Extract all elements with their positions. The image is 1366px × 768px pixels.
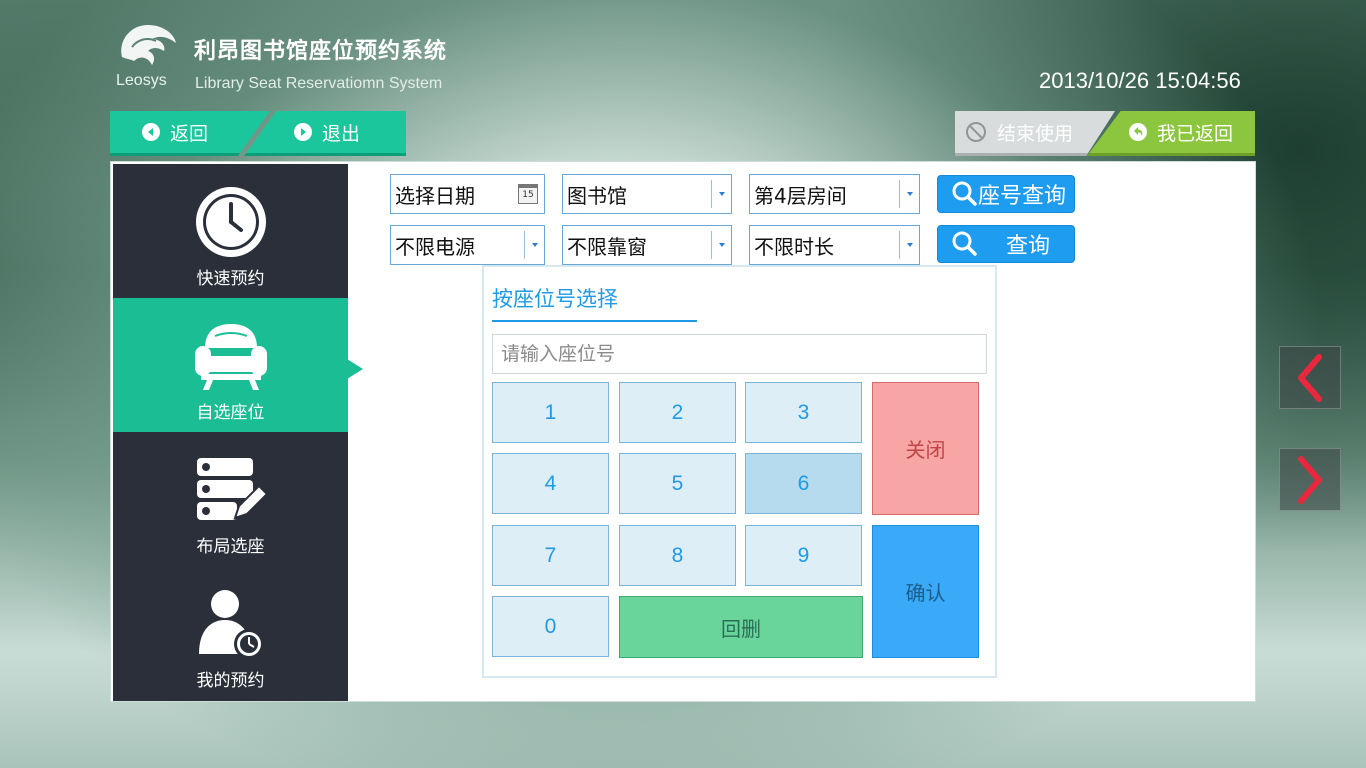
caret-down-icon [899, 231, 919, 259]
caret-down-icon [711, 180, 731, 208]
key-0[interactable]: 0 [492, 596, 609, 657]
search-icon [952, 231, 977, 256]
floor-select[interactable]: 第4层房间 [749, 174, 920, 214]
datetime-display: 2013/10/26 15:04:56 [1039, 68, 1241, 93]
sidebar-label-my-reservations: 我的预约 [196, 671, 265, 691]
clock-icon [193, 182, 269, 262]
key-7[interactable]: 7 [492, 525, 609, 586]
sidebar: 快速预约 自选座位 布局选座 我的预约 [113, 164, 348, 701]
exit-button[interactable]: 退出 [244, 111, 406, 156]
seat-number-input[interactable] [492, 334, 987, 374]
query-button[interactable]: 查询 [937, 225, 1075, 263]
keypad-title-underline [492, 320, 697, 322]
duration-select-value: 不限时长 [754, 234, 834, 259]
app-subtitle: Library Seat Reservatiomn System [195, 75, 443, 92]
key-4[interactable]: 4 [492, 453, 609, 514]
key-5[interactable]: 5 [619, 453, 736, 514]
back-label: 返回 [170, 122, 209, 145]
returned-label: 我已返回 [1157, 122, 1234, 145]
logo-text: Leosys [116, 72, 167, 89]
sidebar-label-choose-seat: 自选座位 [196, 403, 265, 423]
sidebar-item-quick-reserve[interactable]: 快速预约 [113, 164, 348, 298]
topbar-left: 返回 退出 [110, 111, 406, 156]
returned-button[interactable]: 我已返回 [1087, 111, 1255, 156]
caret-down-icon [899, 180, 919, 208]
window-select-value: 不限靠窗 [567, 234, 647, 259]
sofa-icon [191, 316, 271, 396]
topbar-right: 结束使用 我已返回 [955, 111, 1255, 156]
key-2[interactable]: 2 [619, 382, 736, 443]
chevron-right-icon [1298, 455, 1322, 504]
arrow-left-icon [142, 123, 160, 141]
search-icon [952, 181, 977, 206]
arrow-right-icon [294, 123, 312, 141]
active-indicator-arrow [347, 359, 363, 379]
no-entry-icon [965, 121, 987, 143]
key-1[interactable]: 1 [492, 382, 609, 443]
power-select-value: 不限电源 [395, 234, 475, 259]
end-use-button[interactable]: 结束使用 [955, 111, 1115, 156]
previous-page-button[interactable] [1279, 346, 1341, 409]
power-select[interactable]: 不限电源 [390, 225, 545, 265]
sidebar-label-layout-select: 布局选座 [196, 537, 265, 557]
sidebar-label-quick-reserve: 快速预约 [196, 269, 265, 289]
seat-number-keypad: 按座位号选择 1 2 3 4 5 6 7 8 9 0 回删 关闭 确认 [482, 265, 997, 678]
window-select[interactable]: 不限靠窗 [562, 225, 732, 265]
key-6[interactable]: 6 [745, 453, 862, 514]
floor-select-value: 第4层房间 [754, 183, 847, 208]
chevron-left-icon [1298, 353, 1322, 402]
building-select-value: 图书馆 [567, 183, 627, 208]
layout-edit-icon [191, 450, 271, 530]
caret-down-icon [711, 231, 731, 259]
key-3[interactable]: 3 [745, 382, 862, 443]
date-picker-label: 选择日期 [395, 183, 475, 208]
duration-select[interactable]: 不限时长 [749, 225, 920, 265]
user-clock-icon [191, 584, 271, 664]
leosys-logo [112, 17, 182, 77]
seat-number-query-button[interactable]: 座号查询 [937, 175, 1075, 213]
return-icon [1129, 123, 1147, 141]
exit-label: 退出 [322, 122, 361, 145]
query-label: 查询 [1006, 234, 1051, 259]
key-8[interactable]: 8 [619, 525, 736, 586]
caret-down-icon [524, 231, 544, 259]
next-page-button[interactable] [1279, 448, 1341, 511]
keypad-title: 按座位号选择 [492, 287, 618, 311]
confirm-button[interactable]: 确认 [872, 525, 979, 658]
building-select[interactable]: 图书馆 [562, 174, 732, 214]
end-use-label: 结束使用 [997, 122, 1074, 145]
delete-button[interactable]: 回删 [619, 596, 863, 658]
date-picker[interactable]: 选择日期 15 [390, 174, 545, 214]
sidebar-item-my-reservations[interactable]: 我的预约 [113, 566, 348, 701]
calendar-icon: 15 [518, 184, 538, 204]
app-title: 利昂图书馆座位预约系统 [194, 39, 448, 64]
sidebar-item-layout-select[interactable]: 布局选座 [113, 432, 348, 566]
key-9[interactable]: 9 [745, 525, 862, 586]
sidebar-item-choose-seat[interactable]: 自选座位 [113, 298, 348, 432]
close-button[interactable]: 关闭 [872, 382, 979, 515]
seat-number-query-label: 座号查询 [978, 184, 1067, 209]
back-button[interactable]: 返回 [110, 111, 270, 156]
